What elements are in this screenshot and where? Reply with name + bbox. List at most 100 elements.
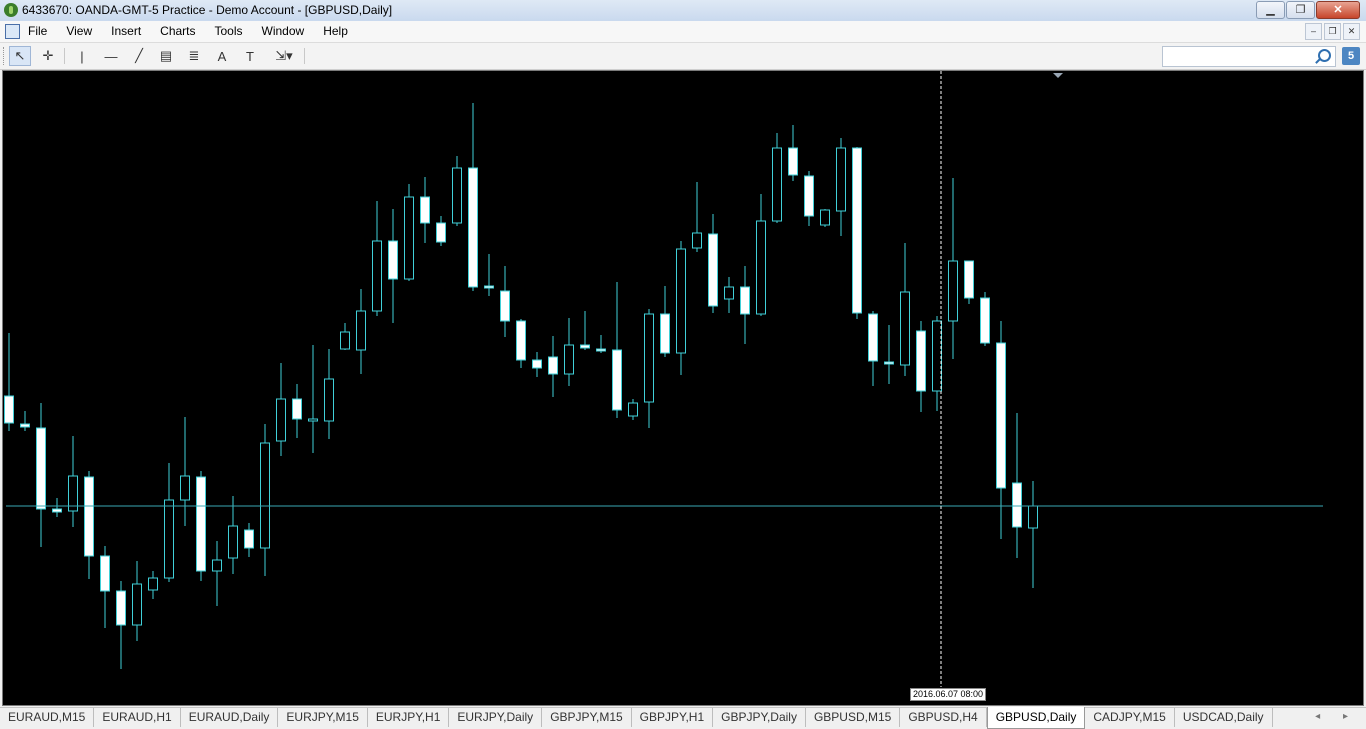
trendline-tool-button[interactable]: ╱ (128, 46, 150, 66)
cursor-tool-button[interactable]: ↖ (9, 46, 31, 66)
candle[interactable] (436, 216, 446, 246)
candle[interactable] (644, 309, 654, 428)
notifications-badge[interactable]: 5 (1342, 47, 1360, 65)
chart-tab-gbpusd-h4[interactable]: GBPUSD,H4 (900, 708, 987, 727)
candle[interactable] (20, 411, 30, 431)
candle[interactable] (980, 292, 990, 346)
candle[interactable] (948, 178, 958, 359)
candle[interactable] (580, 311, 590, 350)
search-input[interactable] (1162, 46, 1336, 67)
menu-view[interactable]: View (66, 24, 92, 38)
candle[interactable] (484, 254, 494, 296)
candle[interactable] (196, 471, 206, 581)
candle[interactable] (916, 321, 926, 412)
candle[interactable] (116, 581, 126, 669)
crosshair-tool-button[interactable]: ✛ (37, 46, 59, 66)
candle[interactable] (340, 323, 350, 350)
candle[interactable] (164, 463, 174, 582)
chart-tab-usdcad-daily[interactable]: USDCAD,Daily (1175, 708, 1273, 727)
chart-tab-gbpusd-m15[interactable]: GBPUSD,M15 (806, 708, 901, 727)
chart-tab-gbpusd-daily[interactable]: GBPUSD,Daily (986, 707, 1086, 729)
chart-window-icon[interactable] (5, 24, 20, 39)
price-chart[interactable]: 2016.06.07 08:00 (2, 70, 1364, 706)
horizontal-line-tool-button[interactable]: — (100, 46, 122, 66)
mdi-restore-button[interactable]: ❐ (1324, 23, 1341, 40)
menu-insert[interactable]: Insert (111, 24, 141, 38)
candle[interactable] (820, 209, 830, 227)
menu-window[interactable]: Window (262, 24, 305, 38)
candle[interactable] (788, 125, 798, 181)
candle[interactable] (516, 319, 526, 368)
candle[interactable] (772, 133, 782, 223)
chart-tab-gbpjpy-daily[interactable]: GBPJPY,Daily (713, 708, 806, 727)
chart-tab-cadjpy-m15[interactable]: CADJPY,M15 (1085, 708, 1175, 727)
candle[interactable] (500, 266, 510, 337)
chart-tab-gbpjpy-m15[interactable]: GBPJPY,M15 (542, 708, 632, 727)
candle[interactable] (868, 311, 878, 386)
chart-tab-eurjpy-daily[interactable]: EURJPY,Daily (449, 708, 543, 727)
candle[interactable] (548, 336, 558, 397)
candle[interactable] (692, 182, 702, 252)
candle[interactable] (132, 561, 142, 641)
candle[interactable] (148, 571, 158, 599)
candle[interactable] (660, 286, 670, 357)
candlestick-chart[interactable] (3, 71, 1363, 705)
candle[interactable] (404, 184, 414, 281)
candle[interactable] (84, 471, 94, 579)
close-button[interactable]: ✕ (1316, 1, 1360, 19)
candle[interactable] (324, 349, 334, 439)
candle[interactable] (212, 541, 222, 606)
candle[interactable] (180, 417, 190, 526)
candle[interactable] (756, 194, 766, 316)
candle[interactable] (52, 498, 62, 517)
candle[interactable] (708, 214, 718, 313)
candle[interactable] (1012, 413, 1022, 558)
chart-tab-euraud-h1[interactable]: EURAUD,H1 (94, 708, 181, 727)
chart-tab-gbpjpy-h1[interactable]: GBPJPY,H1 (632, 708, 714, 727)
toolbar-grip[interactable] (3, 47, 6, 65)
candle[interactable] (228, 496, 238, 574)
vertical-line-tool-button[interactable]: | (71, 46, 93, 66)
chart-tab-eurjpy-m15[interactable]: EURJPY,M15 (278, 708, 368, 727)
candle[interactable] (804, 171, 814, 226)
fibonacci-tool-button[interactable]: ≣ (183, 46, 205, 66)
minimize-button[interactable]: ▁ (1256, 1, 1285, 19)
tab-scroll-arrows[interactable]: ◂ ▸ (1315, 711, 1358, 722)
arrows-tool-button[interactable]: ⇲▾ (267, 46, 301, 66)
candle[interactable] (676, 241, 686, 375)
candle[interactable] (836, 138, 846, 236)
candle[interactable] (1028, 481, 1038, 588)
candle[interactable] (420, 177, 430, 243)
candle[interactable] (932, 316, 942, 411)
candle[interactable] (532, 352, 542, 377)
candle[interactable] (900, 243, 910, 376)
candle[interactable] (260, 424, 270, 576)
chart-tab-euraud-daily[interactable]: EURAUD,Daily (181, 708, 279, 727)
candle[interactable] (68, 436, 78, 527)
equidistant-channel-tool-button[interactable]: ▤ (155, 46, 177, 66)
text-label-tool-button[interactable]: T (239, 46, 261, 66)
candle[interactable] (740, 266, 750, 344)
candle[interactable] (308, 345, 318, 453)
mdi-close-button[interactable]: ✕ (1343, 23, 1360, 40)
candle[interactable] (468, 103, 478, 291)
menu-file[interactable]: File (28, 24, 47, 38)
text-tool-button[interactable]: A (211, 46, 233, 66)
candle[interactable] (100, 546, 110, 628)
candle[interactable] (724, 277, 734, 313)
chart-tab-euraud-m15[interactable]: EURAUD,M15 (0, 708, 95, 727)
candle[interactable] (452, 156, 462, 226)
candle[interactable] (388, 209, 398, 323)
menu-charts[interactable]: Charts (160, 24, 195, 38)
candle[interactable] (964, 260, 974, 304)
candle[interactable] (292, 384, 302, 438)
chart-tab-eurjpy-h1[interactable]: EURJPY,H1 (368, 708, 450, 727)
menu-tools[interactable]: Tools (215, 24, 243, 38)
candle[interactable] (372, 201, 382, 316)
candle[interactable] (276, 363, 286, 456)
candle[interactable] (36, 403, 46, 547)
candle[interactable] (628, 399, 638, 420)
candle[interactable] (244, 523, 254, 557)
menu-help[interactable]: Help (323, 24, 348, 38)
search-icon[interactable] (1318, 49, 1331, 62)
